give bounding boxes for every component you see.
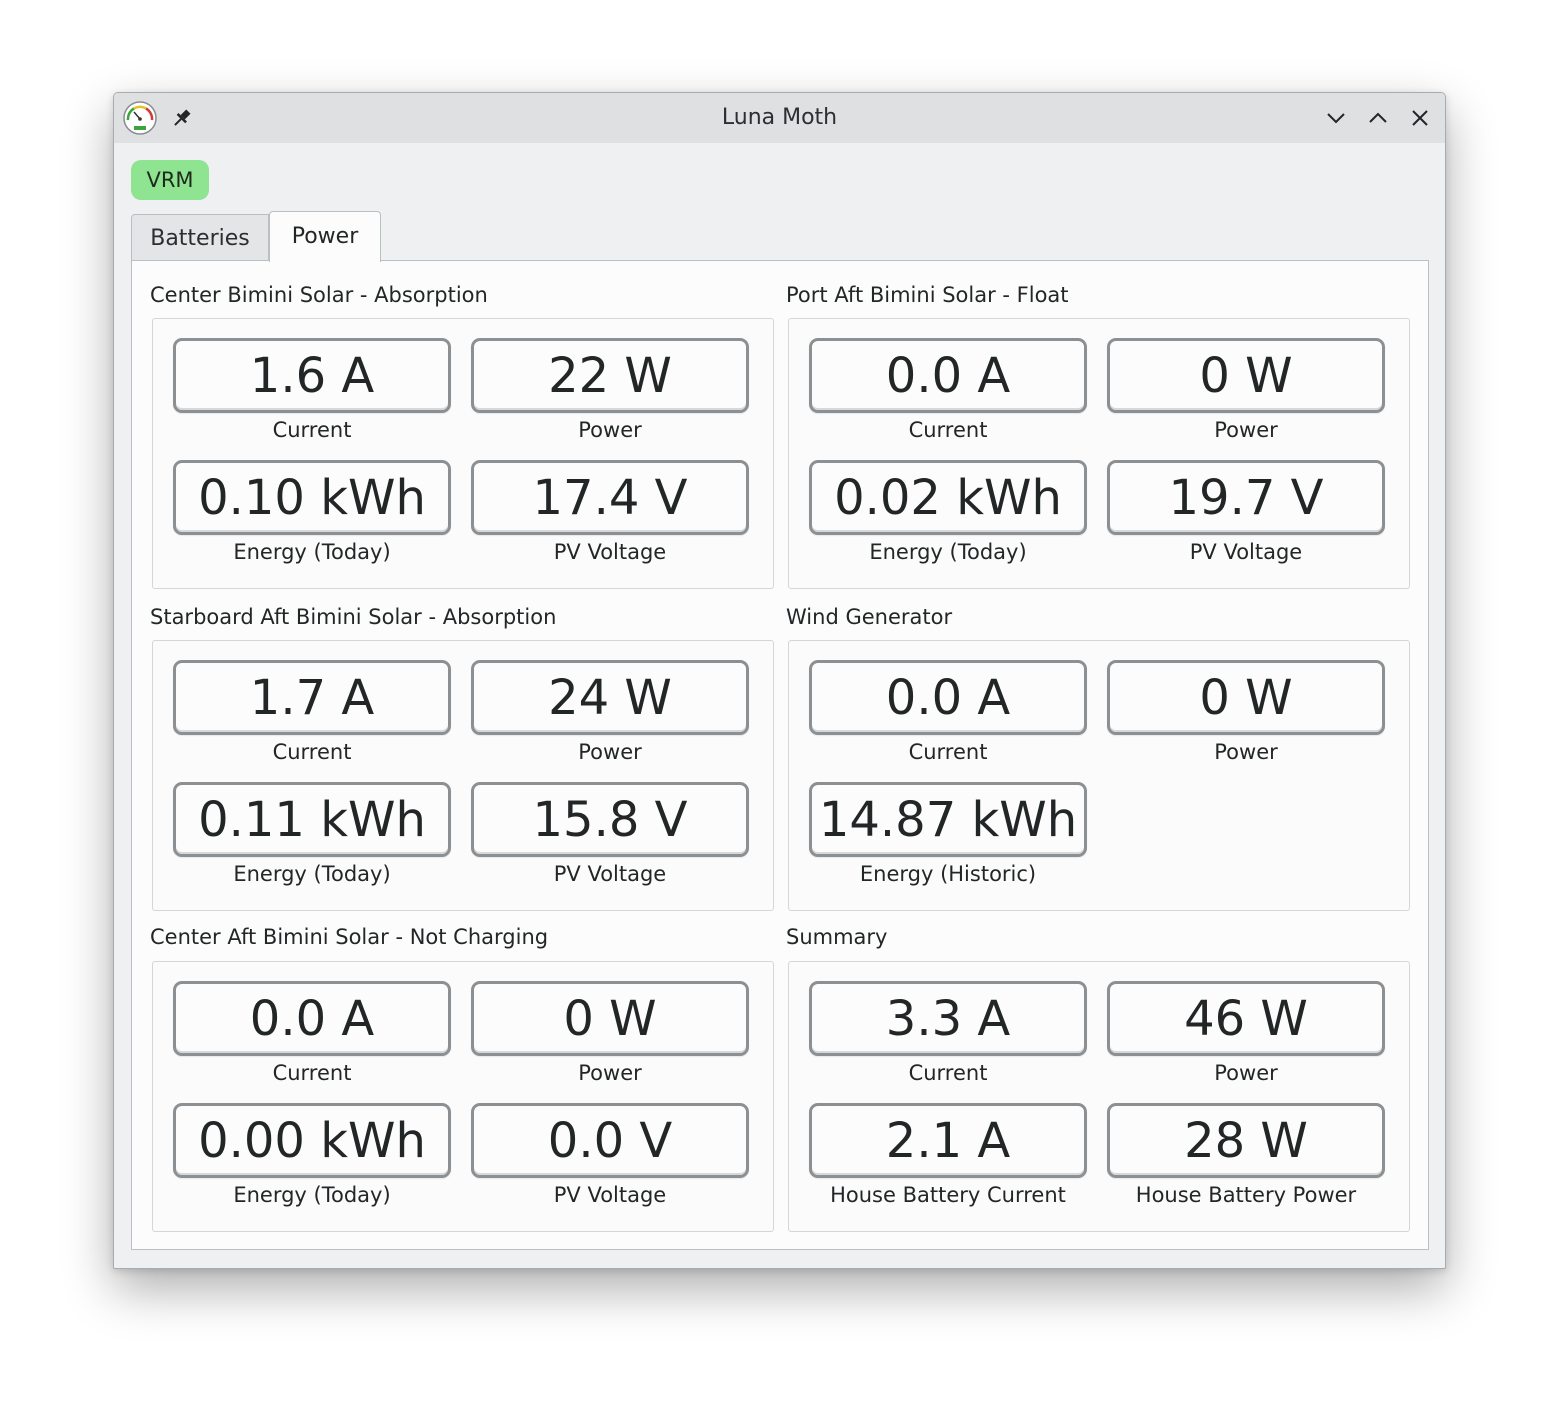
metric-current: 0.0 A Current — [173, 981, 451, 1086]
value-display: 22 W — [471, 338, 749, 413]
tab-batteries[interactable]: Batteries — [131, 214, 269, 260]
metric-pv-voltage: 19.7 V PV Voltage — [1107, 460, 1385, 565]
group-wind-generator: 0.0 A Current 0 W Power 14.87 kWh Energy… — [788, 640, 1410, 911]
value-display: 0.0 V — [471, 1103, 749, 1178]
metric-label: Power — [1214, 740, 1278, 764]
metric-label: Energy (Today) — [233, 1183, 391, 1207]
metric-energy: 0.00 kWh Energy (Today) — [173, 1103, 451, 1208]
metric-label: Current — [908, 1061, 988, 1085]
value-display: 0 W — [1107, 660, 1385, 735]
tab-power[interactable]: Power — [269, 211, 381, 262]
group-title: Center Aft Bimini Solar - Not Charging — [150, 925, 549, 949]
value-display: 15.8 V — [471, 782, 749, 857]
metric-current: 0.0 A Current — [809, 338, 1087, 443]
metric-energy: 0.02 kWh Energy (Today) — [809, 460, 1087, 565]
vrm-button[interactable]: VRM — [131, 160, 209, 200]
group-center-bimini-solar: 1.6 A Current 22 W Power 0.10 kWh Energy… — [152, 318, 774, 589]
value-display: 28 W — [1107, 1103, 1385, 1178]
metric-energy: 0.10 kWh Energy (Today) — [173, 460, 451, 565]
app-window: Luna Moth VRM Batteries Power Center Bim… — [113, 92, 1446, 1269]
metric-power: 22 W Power — [471, 338, 749, 443]
metric-label: Current — [908, 418, 988, 442]
value-display: 1.7 A — [173, 660, 451, 735]
metric-label: Current — [908, 740, 988, 764]
group-title: Wind Generator — [786, 605, 953, 629]
value-display: 1.6 A — [173, 338, 451, 413]
metric-label: House Battery Power — [1135, 1183, 1357, 1207]
close-icon[interactable] — [1408, 106, 1432, 130]
metric-label: Power — [1214, 418, 1278, 442]
group-title: Starboard Aft Bimini Solar - Absorption — [150, 605, 557, 629]
metric-label: Power — [1214, 1061, 1278, 1085]
metric-current: 1.7 A Current — [173, 660, 451, 765]
metric-energy: 0.11 kWh Energy (Today) — [173, 782, 451, 887]
value-display: 0.0 A — [809, 338, 1087, 413]
value-display: 24 W — [471, 660, 749, 735]
group-center-aft-bimini-solar: 0.0 A Current 0 W Power 0.00 kWh Energy … — [152, 961, 774, 1232]
value-display: 14.87 kWh — [809, 782, 1087, 857]
group-starboard-aft-bimini-solar: 1.7 A Current 24 W Power 0.11 kWh Energy… — [152, 640, 774, 911]
group-port-aft-bimini-solar: 0.0 A Current 0 W Power 0.02 kWh Energy … — [788, 318, 1410, 589]
value-display: 0.02 kWh — [809, 460, 1087, 535]
value-display: 3.3 A — [809, 981, 1087, 1056]
chevron-down-icon[interactable] — [1324, 106, 1348, 130]
group-summary: 3.3 A Current 46 W Power 2.1 A House Bat… — [788, 961, 1410, 1232]
value-display: 2.1 A — [809, 1103, 1087, 1178]
power-tab-panel: Center Bimini Solar - Absorption 1.6 A C… — [131, 260, 1429, 1250]
value-display: 19.7 V — [1107, 460, 1385, 535]
metric-current: 3.3 A Current — [809, 981, 1087, 1086]
metric-label: PV Voltage — [1189, 540, 1303, 564]
metric-label: Energy (Today) — [233, 540, 391, 564]
group-title: Center Bimini Solar - Absorption — [150, 283, 488, 307]
value-display: 0.10 kWh — [173, 460, 451, 535]
metric-label: Current — [272, 740, 352, 764]
value-display: 0 W — [471, 981, 749, 1056]
metric-pv-voltage: 15.8 V PV Voltage — [471, 782, 749, 887]
value-display: 46 W — [1107, 981, 1385, 1056]
value-display: 0.11 kWh — [173, 782, 451, 857]
metric-energy: 14.87 kWh Energy (Historic) — [809, 782, 1087, 887]
metric-pv-voltage: 0.0 V PV Voltage — [471, 1103, 749, 1208]
metric-power: 0 W Power — [1107, 338, 1385, 443]
gauge-icon[interactable] — [122, 100, 158, 136]
pin-icon[interactable] — [170, 106, 194, 130]
metric-label: Power — [578, 740, 642, 764]
chevron-up-icon[interactable] — [1366, 106, 1390, 130]
metric-label: Power — [578, 1061, 642, 1085]
value-display: 17.4 V — [471, 460, 749, 535]
metric-label: Current — [272, 418, 352, 442]
metric-current: 0.0 A Current — [809, 660, 1087, 765]
value-display: 0.0 A — [173, 981, 451, 1056]
metric-power: 24 W Power — [471, 660, 749, 765]
metric-label: Energy (Today) — [869, 540, 1027, 564]
title-bar[interactable]: Luna Moth — [114, 93, 1445, 143]
group-title: Summary — [786, 925, 888, 949]
metric-label: Current — [272, 1061, 352, 1085]
value-display: 0.00 kWh — [173, 1103, 451, 1178]
metric-pv-voltage: 17.4 V PV Voltage — [471, 460, 749, 565]
metric-power: 46 W Power — [1107, 981, 1385, 1086]
metric-label: Energy (Historic) — [859, 862, 1037, 886]
value-display: 0.0 A — [809, 660, 1087, 735]
metric-label: Power — [578, 418, 642, 442]
metric-house-battery-power: 28 W House Battery Power — [1107, 1103, 1385, 1208]
metric-current: 1.6 A Current — [173, 338, 451, 443]
metric-power: 0 W Power — [1107, 660, 1385, 765]
metric-power: 0 W Power — [471, 981, 749, 1086]
value-display: 0 W — [1107, 338, 1385, 413]
metric-label: PV Voltage — [553, 540, 667, 564]
metric-label: Energy (Today) — [233, 862, 391, 886]
metric-label: House Battery Current — [830, 1183, 1066, 1207]
window-title: Luna Moth — [721, 105, 838, 130]
group-title: Port Aft Bimini Solar - Float — [786, 283, 1069, 307]
metric-label: PV Voltage — [553, 862, 667, 886]
metric-label: PV Voltage — [553, 1183, 667, 1207]
metric-house-battery-current: 2.1 A House Battery Current — [809, 1103, 1087, 1208]
